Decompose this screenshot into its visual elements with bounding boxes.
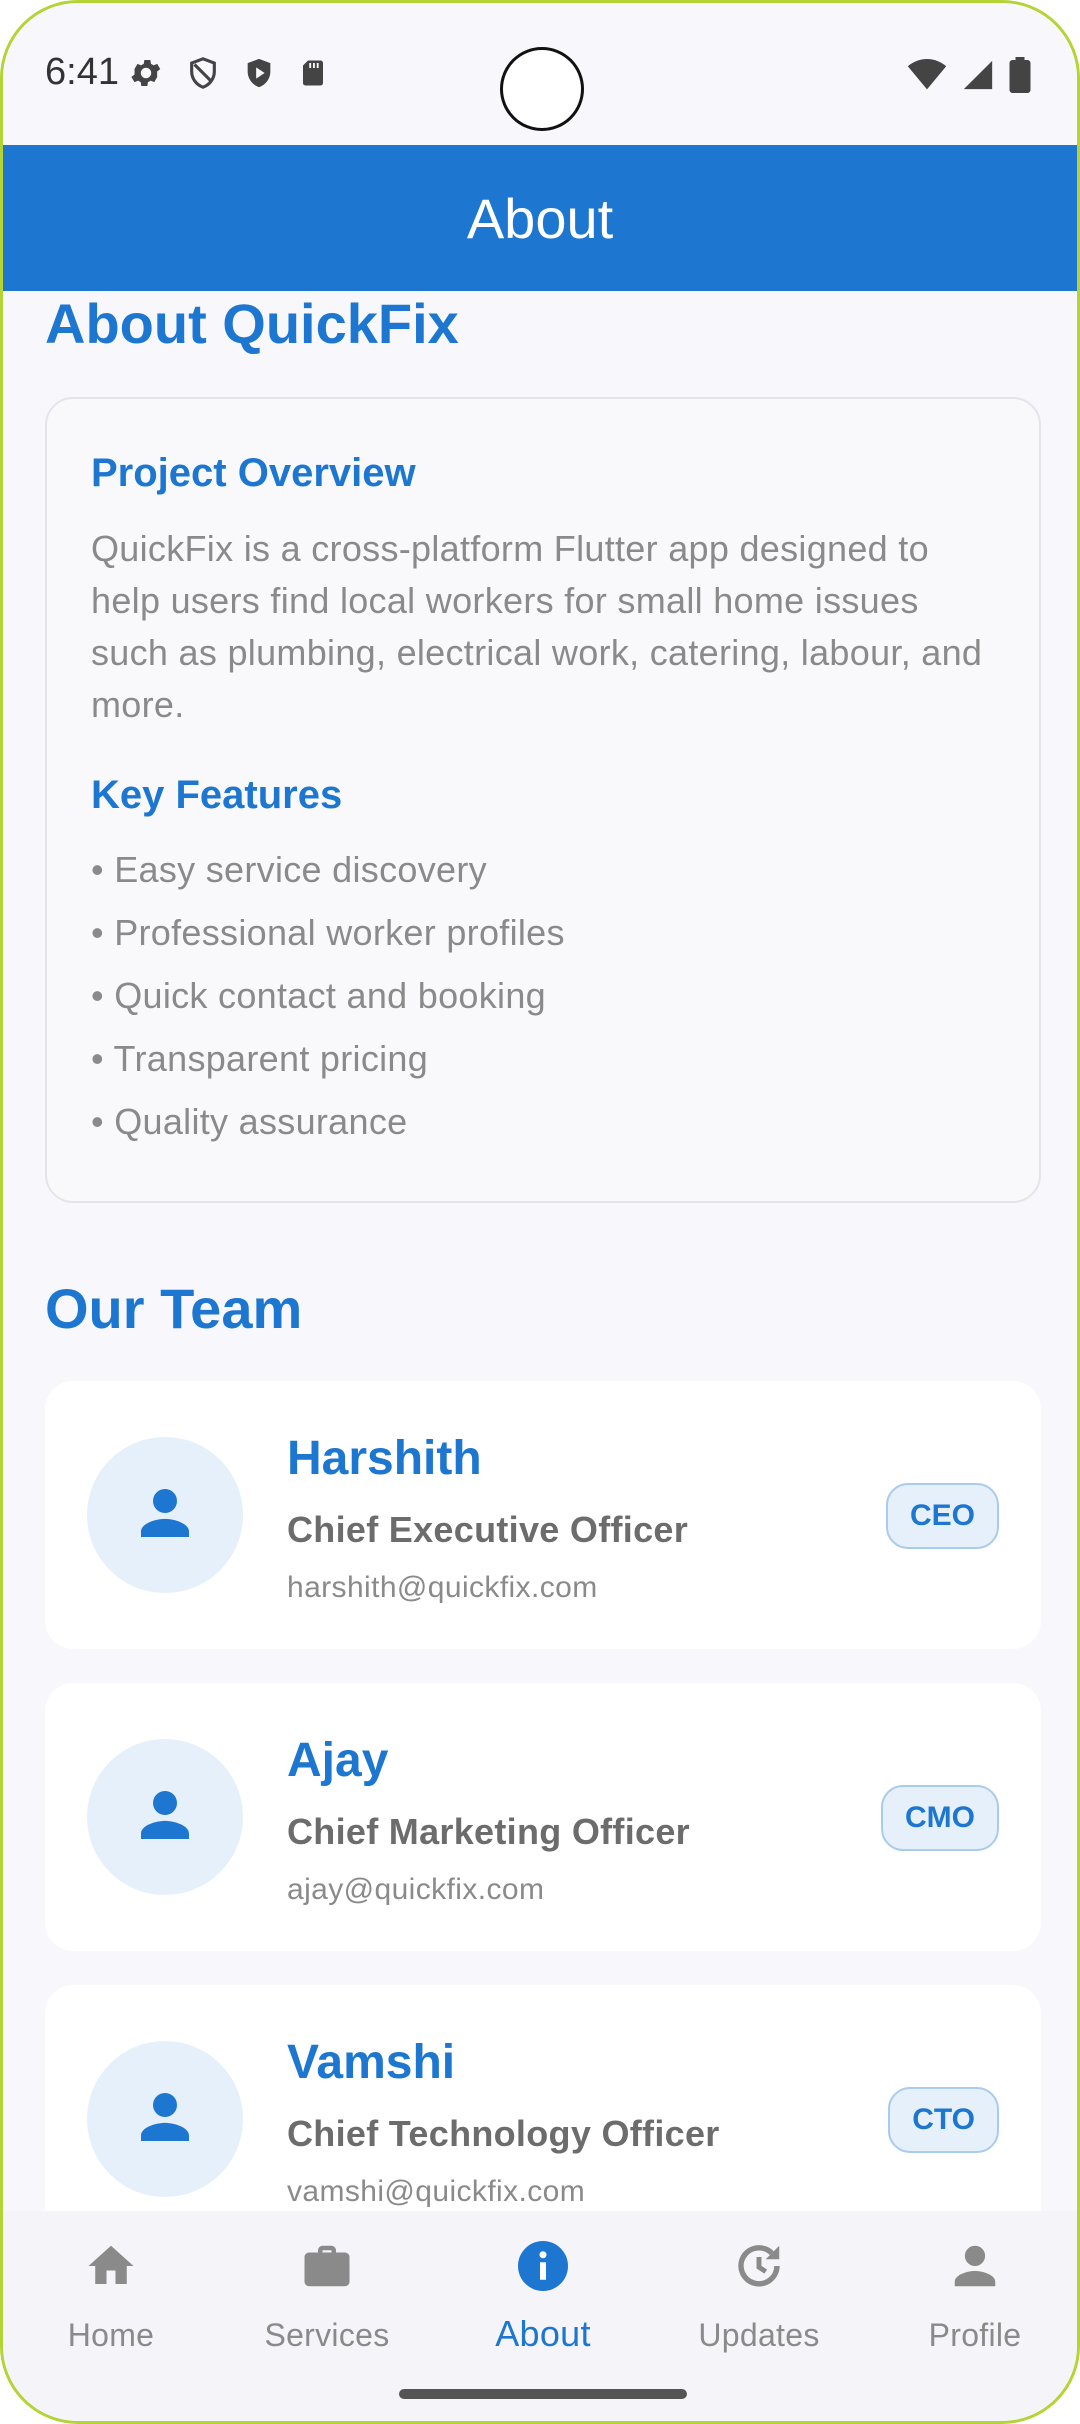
member-name: Harshith	[287, 1432, 482, 1485]
cell-signal-icon	[961, 58, 995, 92]
status-time: 6:41	[45, 51, 119, 93]
project-overview-heading: Project Overview	[91, 451, 416, 495]
member-email[interactable]: vamshi@quickfix.com	[287, 2175, 585, 2209]
key-features-list: • Easy service discovery • Professional …	[91, 845, 565, 1160]
member-email[interactable]: ajay@quickfix.com	[287, 1873, 544, 1907]
wifi-icon	[907, 59, 947, 91]
member-role: Chief Marketing Officer	[287, 1811, 690, 1852]
settings-gear-icon	[128, 55, 164, 91]
status-icons-right	[907, 57, 1031, 93]
nav-label-profile: Profile	[928, 2317, 1022, 2353]
nav-label-services: Services	[264, 2317, 390, 2353]
key-features-heading: Key Features	[91, 773, 343, 817]
member-role: Chief Executive Officer	[287, 1509, 689, 1550]
team-member-card-ajay[interactable]: Ajay Chief Marketing Officer ajay@quickf…	[45, 1683, 1041, 1951]
nav-item-services[interactable]: Services	[219, 2231, 435, 2371]
info-icon	[513, 2231, 573, 2301]
person-icon	[948, 2231, 1002, 2301]
feature-item: • Quick contact and booking	[91, 975, 546, 1016]
role-badge: CMO	[881, 1785, 999, 1851]
our-team-title: Our Team	[45, 1277, 303, 1340]
app-bar: About	[3, 145, 1077, 291]
role-badge: CEO	[885, 1483, 999, 1549]
feature-item: • Easy service discovery	[91, 849, 487, 890]
feature-item: • Professional worker profiles	[91, 912, 565, 953]
battery-icon	[1009, 57, 1031, 93]
nav-item-about[interactable]: About	[435, 2231, 651, 2371]
update-icon	[732, 2231, 786, 2301]
member-name: Vamshi	[287, 2036, 456, 2089]
team-member-card-harshith[interactable]: Harshith Chief Executive Officer harshit…	[45, 1381, 1041, 1649]
briefcase-icon	[300, 2231, 354, 2301]
nav-label-home: Home	[67, 2317, 155, 2353]
front-camera-cutout	[500, 47, 584, 131]
member-role: Chief Technology Officer	[287, 2113, 720, 2154]
nav-item-home[interactable]: Home	[3, 2231, 219, 2371]
home-icon	[84, 2231, 138, 2301]
nav-item-updates[interactable]: Updates	[651, 2231, 867, 2371]
home-indicator[interactable]	[399, 2389, 687, 2399]
member-email[interactable]: harshith@quickfix.com	[287, 1571, 598, 1605]
shield-outline-icon	[186, 55, 220, 91]
shield-play-icon	[242, 55, 276, 91]
about-content[interactable]: About QuickFix Project Overview QuickFix…	[3, 291, 1077, 2211]
person-icon	[133, 1481, 197, 1550]
nav-item-profile[interactable]: Profile	[867, 2231, 1077, 2371]
project-overview-text: QuickFix is a cross-platform Flutter app…	[91, 528, 983, 725]
feature-item: • Transparent pricing	[91, 1038, 429, 1079]
project-overview-card: Project Overview QuickFix is a cross-pla…	[45, 397, 1041, 1203]
phone-frame: 6:41 About About QuickFix Project Overvi…	[0, 0, 1080, 2424]
avatar	[87, 1437, 243, 1593]
nav-label-updates: Updates	[698, 2317, 820, 2353]
member-name: Ajay	[287, 1734, 389, 1787]
about-section-title: About QuickFix	[45, 292, 459, 355]
avatar	[87, 2041, 243, 2197]
status-icons-left	[128, 55, 328, 91]
role-badge: CTO	[888, 2087, 999, 2153]
person-icon	[133, 2085, 197, 2154]
avatar	[87, 1739, 243, 1895]
app-bar-title: About	[466, 186, 614, 250]
person-icon	[133, 1783, 197, 1852]
nav-label-about: About	[495, 2313, 591, 2354]
sd-card-icon	[298, 56, 328, 90]
team-member-card-vamshi[interactable]: Vamshi Chief Technology Officer vamshi@q…	[45, 1985, 1041, 2211]
bottom-navigation-bar: Home Services About Updates Profile	[3, 2211, 1077, 2421]
feature-item: • Quality assurance	[91, 1101, 408, 1142]
status-bar: 6:41	[3, 3, 1077, 145]
